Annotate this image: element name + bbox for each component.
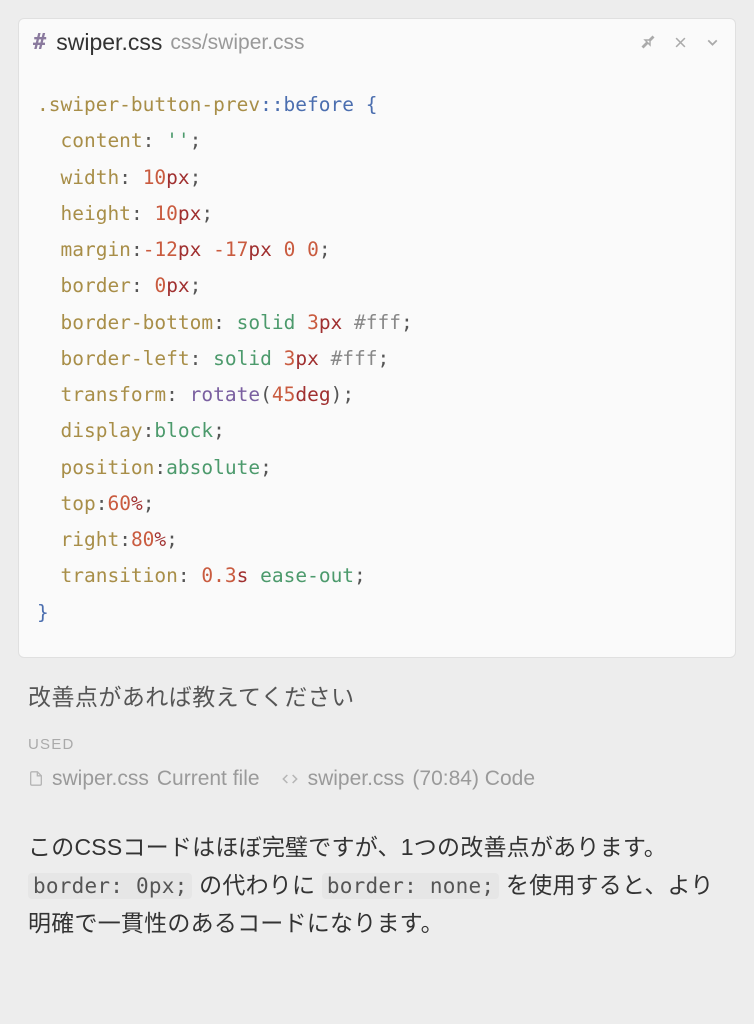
code-icon — [280, 771, 300, 787]
val-bl-solid: solid — [213, 347, 272, 370]
prop-border-bottom: border-bottom — [60, 311, 213, 334]
val-margin-n1: -12 — [143, 238, 178, 261]
user-prompt: 改善点があれば教えてください — [18, 674, 736, 722]
used-detail: (70:84) Code — [412, 767, 535, 791]
used-label: USED — [28, 736, 726, 753]
val-right-u: % — [154, 528, 166, 551]
prop-width: width — [60, 166, 119, 189]
file-path: css/swiper.css — [170, 31, 304, 55]
val-transition-ease: ease-out — [260, 564, 354, 587]
prop-transition: transition — [60, 564, 177, 587]
code-block: .swiper-button-prev::before { content: '… — [19, 65, 735, 657]
prop-border: border — [60, 274, 130, 297]
val-top-u: % — [131, 492, 143, 515]
prop-top: top — [60, 492, 95, 515]
brace-close: } — [37, 601, 49, 624]
val-content: '' — [166, 129, 189, 152]
close-icon[interactable] — [673, 35, 688, 50]
val-display: block — [154, 419, 213, 442]
val-transition-u: s — [237, 564, 249, 587]
val-margin-n2: -17 — [213, 238, 248, 261]
val-bl-u: px — [295, 347, 318, 370]
val-width-n: 10 — [143, 166, 166, 189]
val-width-u: px — [166, 166, 189, 189]
val-transform-u: deg — [295, 383, 330, 406]
chevron-down-icon[interactable] — [704, 34, 721, 51]
used-item-file[interactable]: swiper.css Current file — [28, 767, 260, 791]
prop-display: display — [60, 419, 142, 442]
used-section: USED swiper.css Current file swiper.css … — [18, 722, 736, 801]
pin-icon[interactable] — [640, 34, 657, 51]
prop-right: right — [60, 528, 119, 551]
code-card: # swiper.css css/swiper.css .swiper-butt… — [18, 18, 736, 658]
inline-code-2: border: none; — [322, 873, 499, 899]
val-transform-fn: rotate — [190, 383, 260, 406]
used-item-code[interactable]: swiper.css (70:84) Code — [280, 767, 535, 791]
val-margin-u1: px — [178, 238, 201, 261]
prop-height: height — [60, 202, 130, 225]
used-filename: swiper.css — [52, 767, 149, 791]
val-right-n: 80 — [131, 528, 154, 551]
val-bb-solid: solid — [237, 311, 296, 334]
header-actions — [640, 34, 721, 51]
file-icon — [28, 769, 44, 788]
val-position: absolute — [166, 456, 260, 479]
prop-margin: margin — [60, 238, 130, 261]
val-bb-u: px — [319, 311, 342, 334]
val-height-u: px — [178, 202, 201, 225]
val-top-n: 60 — [107, 492, 130, 515]
val-bb-n: 3 — [307, 311, 319, 334]
hash-icon: # — [33, 30, 46, 55]
val-bb-hex: #fff — [354, 311, 401, 334]
used-detail: Current file — [157, 767, 260, 791]
val-bl-hex: #fff — [331, 347, 378, 370]
val-margin-n3: 0 — [284, 238, 296, 261]
val-margin-n4: 0 — [307, 238, 319, 261]
used-items: swiper.css Current file swiper.css (70:8… — [28, 767, 726, 791]
brace-open: { — [366, 93, 378, 116]
val-height-n: 10 — [154, 202, 177, 225]
val-border-n: 0 — [154, 274, 166, 297]
code-selector: .swiper-button-prev — [37, 93, 260, 116]
response-text-2: の代わりに — [192, 872, 321, 898]
ai-response: このCSSコードはほぼ完璧ですが、1つの改善点があります。 border: 0p… — [18, 801, 736, 953]
prop-transform: transform — [60, 383, 166, 406]
file-title: swiper.css — [56, 29, 162, 56]
val-bl-n: 3 — [284, 347, 296, 370]
code-pseudo: ::before — [260, 93, 354, 116]
val-margin-u2: px — [248, 238, 271, 261]
prop-content: content — [60, 129, 142, 152]
used-filename: swiper.css — [308, 767, 405, 791]
card-header: # swiper.css css/swiper.css — [19, 19, 735, 65]
val-transform-n: 45 — [272, 383, 295, 406]
inline-code-1: border: 0px; — [28, 873, 192, 899]
val-transition-n: 0.3 — [201, 564, 236, 587]
val-border-u: px — [166, 274, 189, 297]
prop-position: position — [60, 456, 154, 479]
response-text-1: このCSSコードはほぼ完璧ですが、1つの改善点があります。 — [28, 834, 667, 860]
prop-border-left: border-left — [60, 347, 189, 370]
